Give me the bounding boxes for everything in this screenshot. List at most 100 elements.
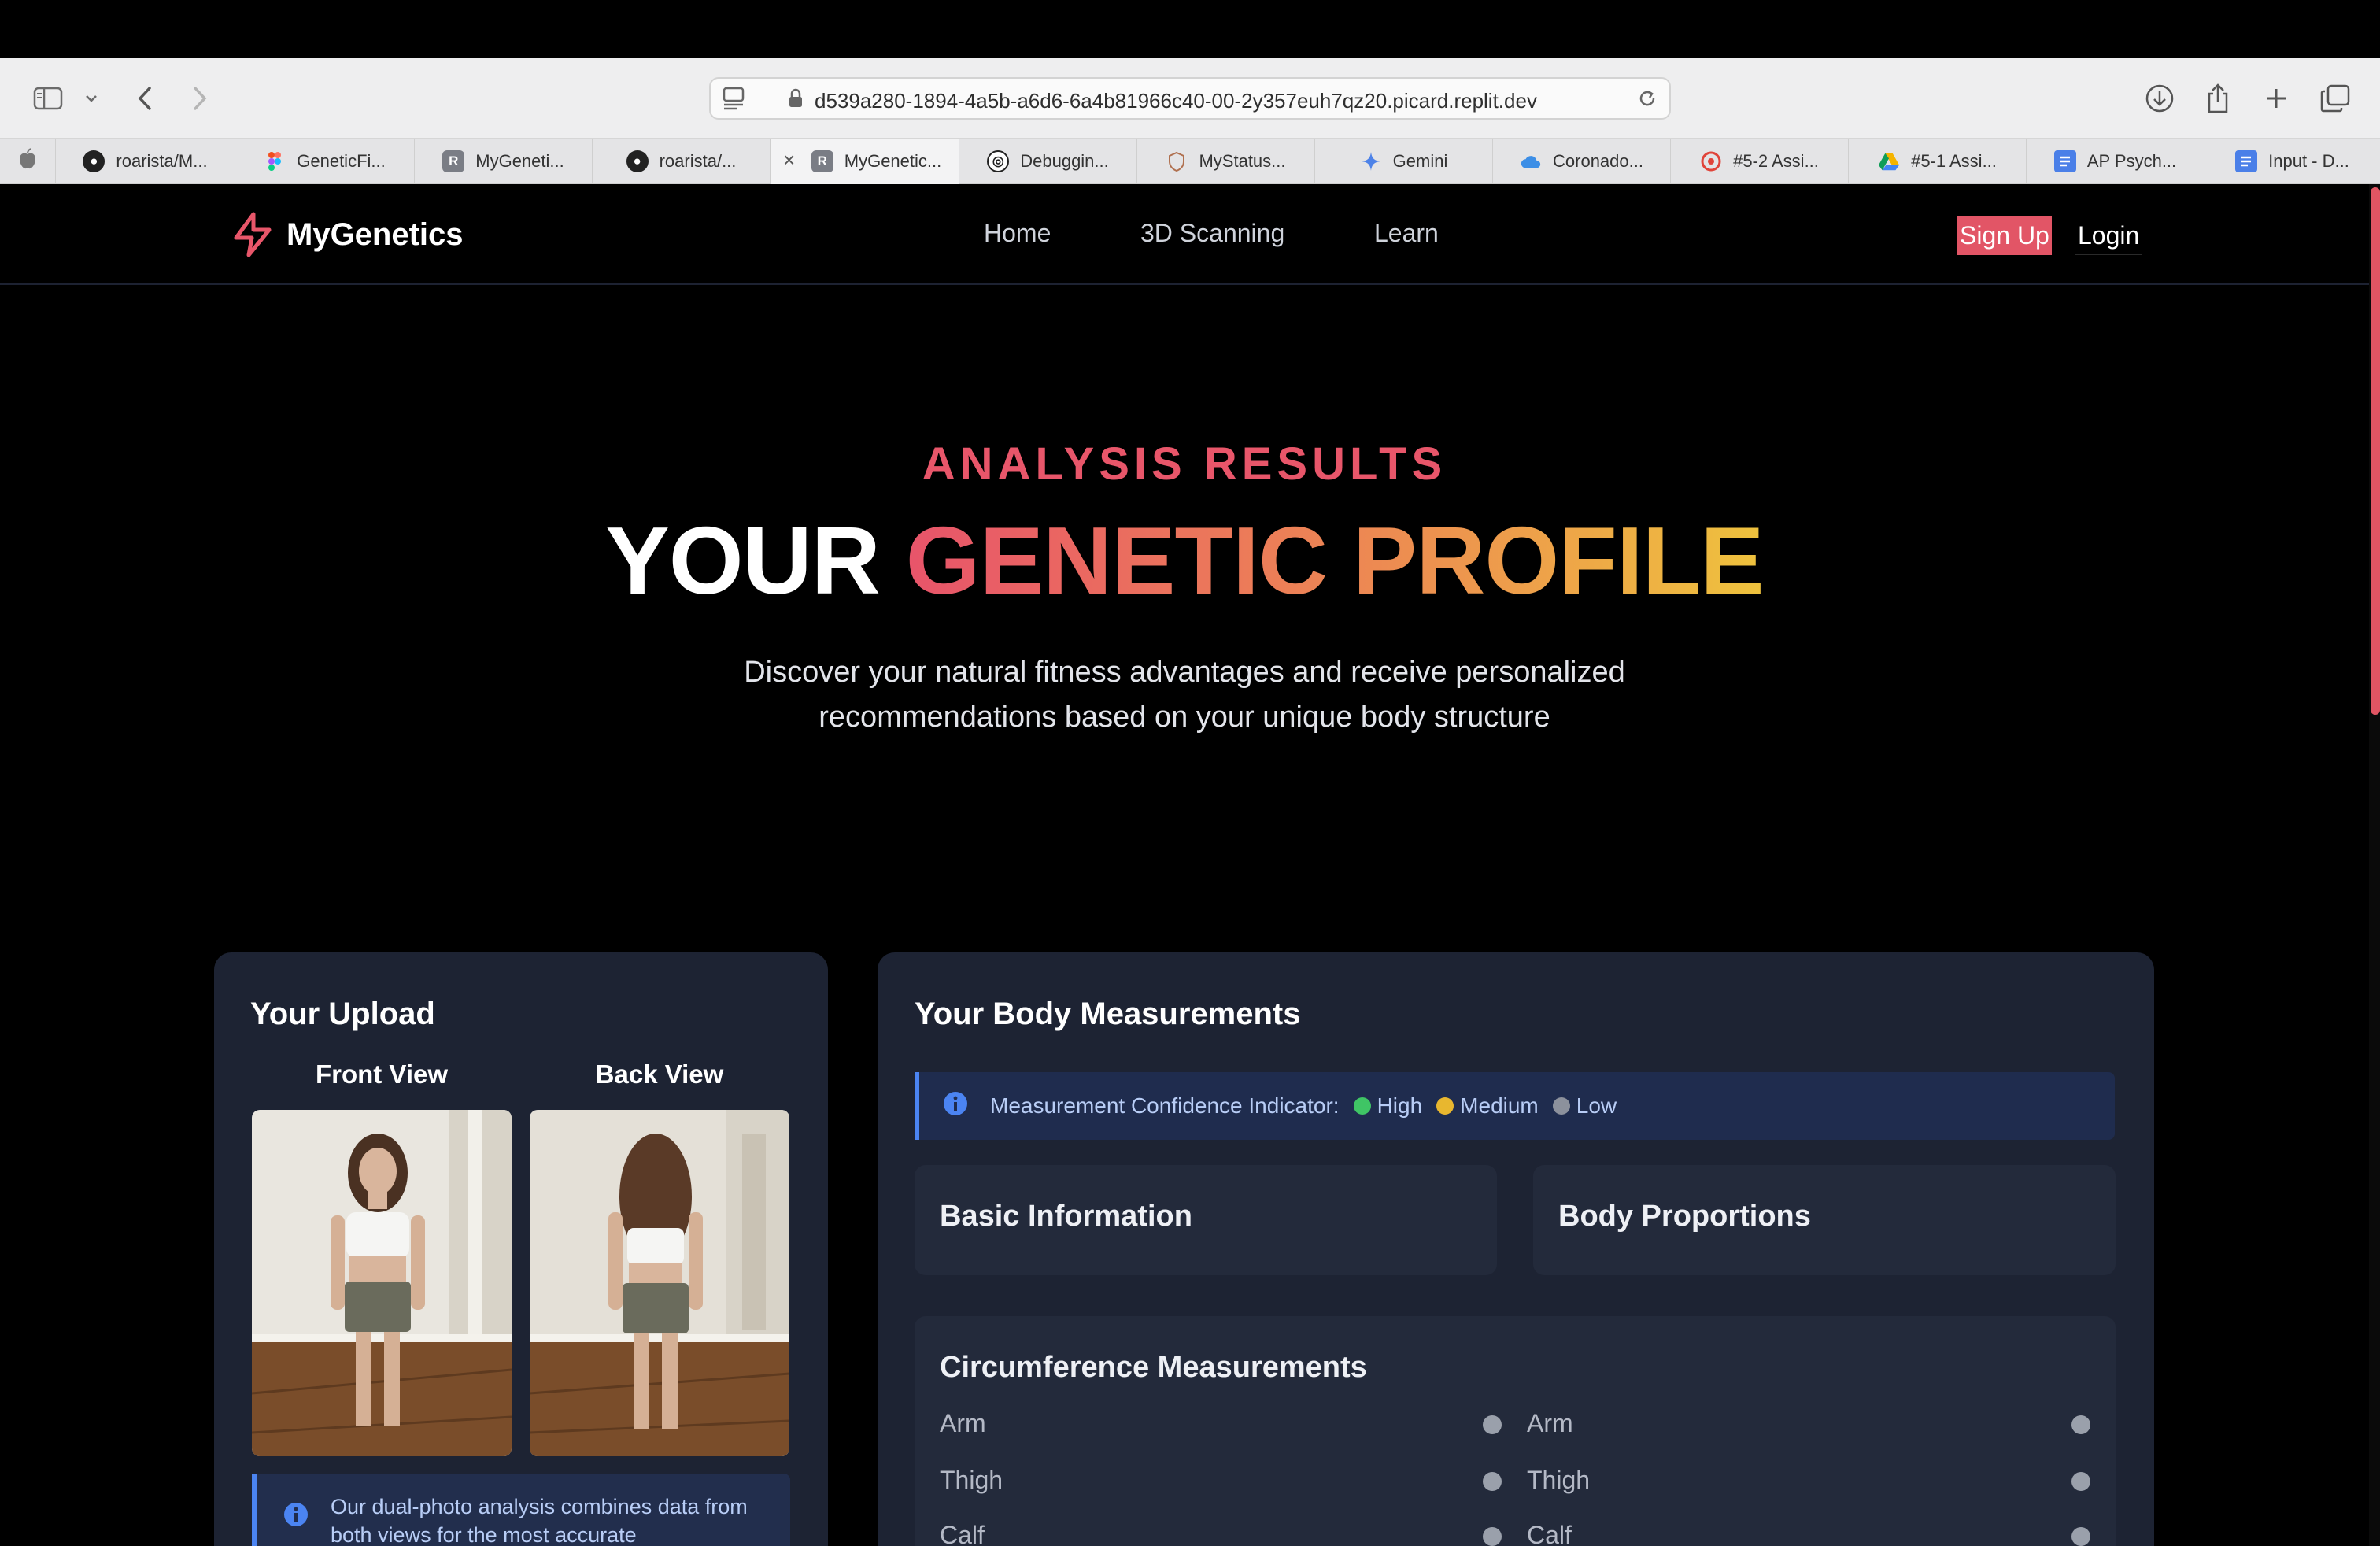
sidebar-toggle-icon[interactable] <box>30 80 66 117</box>
brand-logo[interactable]: MyGenetics <box>230 211 464 258</box>
replit-icon: R <box>811 150 833 172</box>
download-icon[interactable] <box>2142 80 2177 117</box>
tab-0[interactable]: ● roarista/M... <box>55 139 235 184</box>
front-view-label: Front View <box>315 1060 449 1089</box>
tab-label: MyGeneti... <box>475 151 564 171</box>
nav-link-learn[interactable]: Learn <box>1374 219 1439 248</box>
body-proportions-title: Body Proportions <box>1558 1200 1811 1233</box>
forward-arrow-icon[interactable] <box>186 80 214 117</box>
apple-tab[interactable] <box>0 139 55 184</box>
tab-1[interactable]: GeneticFi... <box>235 139 414 184</box>
url-text: d539a280-1894-4a5b-a6d6-6a4b81966c40-00-… <box>815 89 1537 113</box>
confidence-low: Low <box>1576 1093 1617 1118</box>
tab-label: roarista/... <box>659 151 737 171</box>
tab-6[interactable]: MyStatus... <box>1136 139 1314 184</box>
measurement-label-thigh: Thigh <box>1527 1466 1591 1494</box>
chevron-down-icon[interactable] <box>80 80 102 117</box>
body-proportions-panel[interactable]: Body Proportions <box>1533 1165 2116 1275</box>
replit-icon: R <box>442 150 465 172</box>
confidence-dot-icon <box>2071 1415 2090 1434</box>
hero-subtitle: Discover your natural fitness advantages… <box>744 656 1625 734</box>
tab-label: AP Psych... <box>2086 151 2177 171</box>
circumference-panel: Circumference Measurements <box>915 1316 2116 1546</box>
tab-4-active[interactable]: × R MyGenetic... <box>770 139 959 184</box>
tab-label: GeneticFi... <box>297 151 386 171</box>
close-tab-icon[interactable]: × <box>783 150 795 170</box>
tab-3[interactable]: ● roarista/... <box>592 139 770 184</box>
confidence-label: Measurement Confidence Indicator: <box>990 1093 1340 1118</box>
docs-icon <box>2235 150 2258 172</box>
hero-title-white: YOUR <box>605 507 880 614</box>
front-view-photo[interactable] <box>252 1110 512 1456</box>
tab-12[interactable]: Input - D... <box>2204 139 2380 184</box>
medium-dot-icon <box>1436 1097 1454 1115</box>
info-icon <box>283 1502 309 1531</box>
measurement-label-calf: Calf <box>940 1521 985 1546</box>
tab-label: #5-2 Assi... <box>1733 151 1819 171</box>
canvas-icon <box>1700 150 1722 172</box>
site-settings-icon[interactable] <box>722 86 745 115</box>
tab-label: #5-1 Assi... <box>1911 151 1997 171</box>
cloud-icon <box>1520 150 1542 172</box>
tab-10[interactable]: #5-1 Assi... <box>1848 139 2026 184</box>
info-icon <box>943 1091 968 1122</box>
share-icon[interactable] <box>2201 80 2235 117</box>
nav-link-3d-scanning[interactable]: 3D Scanning <box>1140 219 1284 248</box>
nav-link-home[interactable]: Home <box>984 219 1051 248</box>
tab-5[interactable]: ◎ Debuggin... <box>959 139 1136 184</box>
body-measurements-title: Your Body Measurements <box>915 997 1301 1031</box>
measurement-label-arm: Arm <box>1527 1409 1573 1437</box>
upload-card-title: Your Upload <box>250 997 435 1031</box>
system-menu-bar <box>0 0 2380 58</box>
hero-title-gradient: GENETIC PROFILE <box>905 507 1765 614</box>
basic-information-panel[interactable]: Basic Information <box>915 1165 1497 1275</box>
docs-icon <box>2053 150 2076 172</box>
sign-up-button[interactable]: Sign Up <box>1957 216 2052 255</box>
confidence-dot-icon <box>1483 1527 1502 1546</box>
back-view-photo[interactable] <box>530 1110 789 1456</box>
tab-2[interactable]: R MyGeneti... <box>414 139 592 184</box>
tab-9[interactable]: #5-2 Assi... <box>1670 139 1848 184</box>
reload-icon[interactable] <box>1636 87 1658 113</box>
tab-label: MyGenetic... <box>844 151 942 171</box>
back-arrow-icon[interactable] <box>131 80 159 117</box>
tab-label: roarista/M... <box>116 151 208 171</box>
brand-name: MyGenetics <box>286 216 464 252</box>
measurement-label-arm: Arm <box>940 1409 986 1437</box>
tab-label: Debuggin... <box>1020 151 1109 171</box>
address-bar[interactable]: d539a280-1894-4a5b-a6d6-6a4b81966c40-00-… <box>709 77 1671 120</box>
confidence-dot-icon <box>2071 1527 2090 1546</box>
shield-icon <box>1166 150 1188 172</box>
login-button[interactable]: Login <box>2075 216 2143 255</box>
hero-title: YOUR GENETIC PROFILE <box>0 505 2369 616</box>
confidence-dot-icon <box>1483 1415 1502 1434</box>
tab-11[interactable]: AP Psych... <box>2026 139 2204 184</box>
upload-info-alert: Our dual-photo analysis combines data fr… <box>252 1474 790 1546</box>
scrollbar-thumb[interactable] <box>2371 187 2380 715</box>
confidence-dot-icon <box>2071 1472 2090 1491</box>
confidence-medium: Medium <box>1460 1093 1539 1118</box>
bolt-icon <box>234 212 272 257</box>
hero-eyebrow: ANALYSIS RESULTS <box>922 438 1447 490</box>
new-tab-plus-icon[interactable] <box>2259 80 2293 117</box>
figma-icon <box>264 150 286 172</box>
lock-icon <box>788 88 804 113</box>
tab-8[interactable]: Coronado... <box>1492 139 1670 184</box>
browser-toolbar: d539a280-1894-4a5b-a6d6-6a4b81966c40-00-… <box>0 58 2380 139</box>
tab-7[interactable]: Gemini <box>1314 139 1492 184</box>
basic-information-title: Basic Information <box>940 1200 1192 1233</box>
back-view-label: Back View <box>595 1060 724 1089</box>
page-content: MyGenetics Home 3D Scanning Learn Sign U… <box>0 184 2380 1546</box>
tab-label: Coronado... <box>1553 151 1643 171</box>
high-dot-icon <box>1353 1097 1371 1115</box>
tab-label: Input - D... <box>2268 151 2349 171</box>
tab-overview-icon[interactable] <box>2317 80 2353 117</box>
tab-label: MyStatus... <box>1199 151 1286 171</box>
github-icon: ● <box>626 150 649 172</box>
page-scrollbar[interactable] <box>2369 184 2380 1546</box>
low-dot-icon <box>1552 1097 1570 1115</box>
measurement-label-calf: Calf <box>1527 1521 1572 1546</box>
tab-label: Gemini <box>1392 151 1448 171</box>
tab-bar: ● roarista/M... GeneticFi... R MyGeneti.… <box>0 139 2380 184</box>
confidence-high: High <box>1377 1093 1423 1118</box>
